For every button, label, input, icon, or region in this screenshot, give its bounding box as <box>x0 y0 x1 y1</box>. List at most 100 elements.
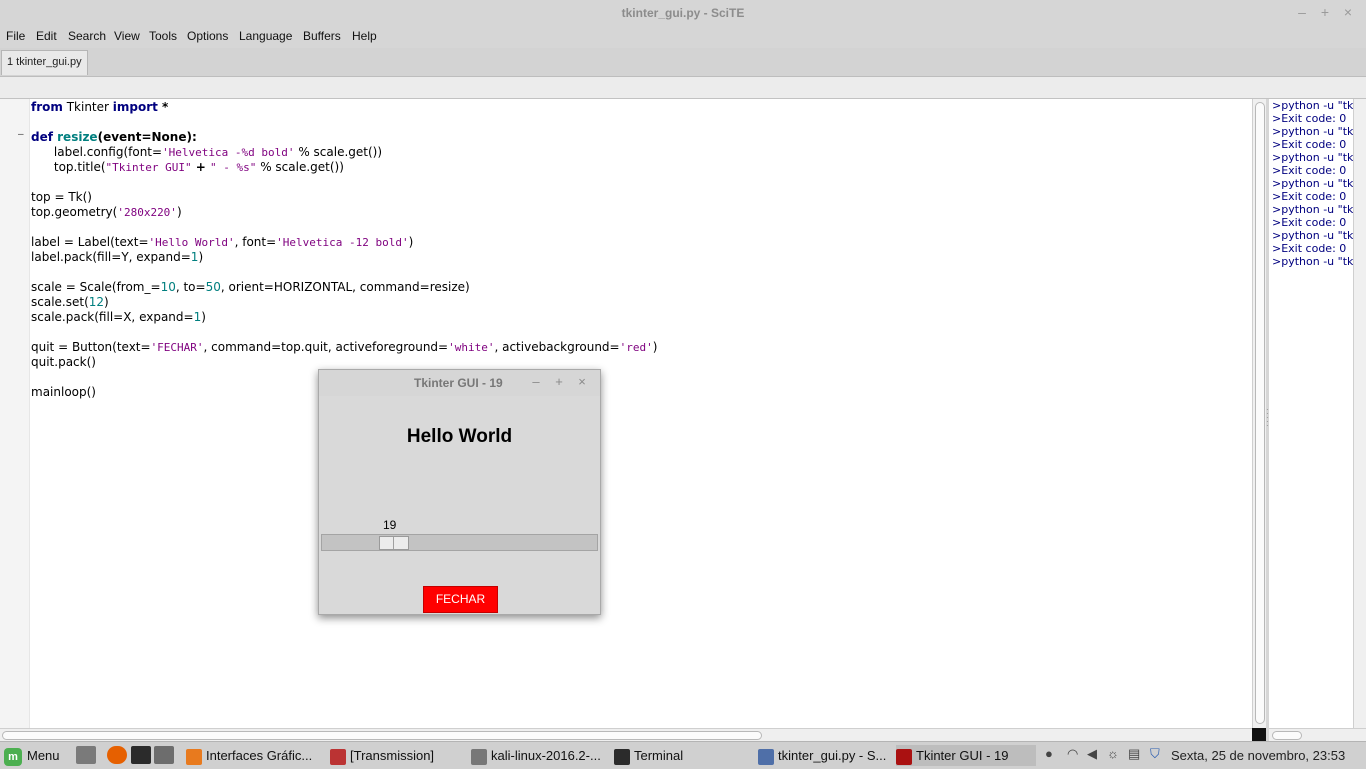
output-line: >python -u "tk <box>1272 203 1353 216</box>
transmission-icon <box>330 748 346 765</box>
scite-icon <box>758 748 774 765</box>
menu-tools[interactable]: Tools <box>149 29 177 43</box>
code-line: def resize(event=None): <box>31 130 197 144</box>
menu-help[interactable]: Help <box>352 29 377 43</box>
code-line: quit.pack() <box>31 355 96 369</box>
task-label: Tkinter GUI - 19 <box>916 748 1009 763</box>
task-terminal[interactable]: Terminal <box>614 745 683 766</box>
output-line: >python -u "tk <box>1272 229 1353 242</box>
tab-tkinter-gui[interactable]: 1 tkinter_gui.py <box>1 50 88 75</box>
menu-edit[interactable]: Edit <box>36 29 57 43</box>
code-line: top.geometry('280x220') <box>31 205 182 219</box>
output-line: >python -u "tk <box>1272 177 1353 190</box>
clock[interactable]: Sexta, 25 de novembro, 23:53 <box>1171 745 1345 766</box>
task-tkinter-gui[interactable]: Tkinter GUI - 19 <box>896 745 1036 766</box>
output-line: >Exit code: 0 <box>1272 242 1347 255</box>
output-line: >Exit code: 0 <box>1272 138 1347 151</box>
editor-vertical-scrollbar[interactable] <box>1252 99 1267 728</box>
start-menu-button[interactable]: m Menu <box>4 745 60 766</box>
firefox-icon[interactable] <box>107 746 127 764</box>
output-line: >Exit code: 0 <box>1272 190 1347 203</box>
task-scite[interactable]: tkinter_gui.py - S... <box>758 745 886 766</box>
output-horizontal-scrollbar[interactable] <box>1269 728 1366 742</box>
scale-value: 19 <box>383 518 397 532</box>
scrollbar-thumb[interactable] <box>2 731 762 740</box>
output-line: >Exit code: 0 <box>1272 112 1347 125</box>
menu-options[interactable]: Options <box>187 29 228 43</box>
output-vertical-scrollbar[interactable] <box>1353 99 1366 728</box>
task-label: kali-linux-2016.2-... <box>491 748 601 763</box>
user-icon[interactable]: ● <box>1045 746 1053 761</box>
task-interfaces-graficas[interactable]: Interfaces Gráfic... <box>186 745 312 766</box>
tkinter-title: Tkinter GUI - 19 <box>414 376 503 390</box>
scrollbar-thumb[interactable] <box>1272 731 1302 740</box>
output-line: >python -u "tk <box>1272 125 1353 138</box>
code-line: from Tkinter import * <box>31 100 169 114</box>
output-line: >python -u "tk <box>1272 151 1353 164</box>
task-kali-folder[interactable]: kali-linux-2016.2-... <box>471 745 601 766</box>
folder-icon <box>471 748 487 765</box>
code-line: scale = Scale(from_=10, to=50, orient=HO… <box>31 280 470 294</box>
show-desktop-icon[interactable] <box>76 746 96 764</box>
hello-label: Hello World <box>406 426 513 447</box>
files-launcher-icon[interactable] <box>154 746 174 764</box>
output-line: >python -u "tk <box>1272 255 1353 268</box>
task-label: Terminal <box>634 748 684 763</box>
terminal-launcher-icon[interactable] <box>131 746 151 764</box>
code-line: scale.pack(fill=X, expand=1) <box>31 310 206 324</box>
code-line: scale.set(12) <box>31 295 109 309</box>
shield-icon[interactable]: ⛉ <box>1150 746 1160 762</box>
scale-slider[interactable] <box>379 536 409 550</box>
scale-trough[interactable] <box>321 534 598 551</box>
menu-view[interactable]: View <box>114 29 140 43</box>
code-text[interactable]: from Tkinter import * def resize(event=N… <box>31 100 657 400</box>
mint-logo-icon: m <box>4 747 22 766</box>
code-line: quit = Button(text='FECHAR', command=top… <box>31 340 658 354</box>
tab-bar: 1 tkinter_gui.py <box>0 48 1366 77</box>
toolbar-strip <box>0 77 1366 99</box>
keyboard-icon[interactable]: ▤ <box>1128 746 1140 762</box>
minimize-icon[interactable]: – <box>529 375 543 389</box>
wifi-icon[interactable]: ◠ <box>1067 746 1078 762</box>
volume-icon[interactable]: ◀ <box>1087 746 1097 762</box>
window-title: tkinter_gui.py - SciTE <box>621 6 745 20</box>
output-line: >python -u "tk <box>1272 99 1353 112</box>
close-icon[interactable]: × <box>575 375 589 389</box>
code-line: top = Tk() <box>31 190 92 204</box>
output-pane[interactable]: >python -u "tk >Exit code: 0 >python -u … <box>1269 99 1353 728</box>
firefox-icon <box>186 748 202 765</box>
code-line: top.title("Tkinter GUI" + " - %s" % scal… <box>31 160 344 174</box>
tk-icon <box>896 748 912 765</box>
minimize-icon[interactable]: – <box>1293 3 1311 21</box>
taskbar: m Menu Interfaces Gráfic... [Transmission… <box>0 741 1366 769</box>
scrollbar-corner <box>1252 728 1266 741</box>
editor-horizontal-scrollbar[interactable] <box>0 728 1252 742</box>
scrollbar-thumb[interactable] <box>1255 102 1265 724</box>
task-transmission[interactable]: [Transmission] <box>330 745 434 766</box>
menu-search[interactable]: Search <box>68 29 106 43</box>
maximize-icon[interactable]: + <box>1316 3 1334 21</box>
tkinter-titlebar[interactable]: Tkinter GUI - 19 – + × <box>319 370 600 396</box>
brightness-icon[interactable]: ☼ <box>1107 746 1119 761</box>
fold-marker-icon[interactable]: – <box>18 129 24 140</box>
tkinter-window[interactable]: Tkinter GUI - 19 – + × Hello World 19 FE… <box>318 369 601 615</box>
code-line: label = Label(text='Hello World', font='… <box>31 235 414 249</box>
output-line: >Exit code: 0 <box>1272 216 1347 229</box>
code-line: label.config(font='Helvetica -%d bold' %… <box>31 145 383 159</box>
close-icon[interactable]: × <box>1339 3 1357 21</box>
task-label: [Transmission] <box>350 748 435 763</box>
window-titlebar: tkinter_gui.py - SciTE – + × <box>0 0 1366 26</box>
code-editor[interactable]: – from Tkinter import * def resize(event… <box>0 99 1252 728</box>
menu-file[interactable]: File <box>6 29 25 43</box>
line-gutter <box>0 99 30 728</box>
task-label: Interfaces Gráfic... <box>206 748 313 763</box>
fechar-button[interactable]: FECHAR <box>423 586 498 613</box>
maximize-icon[interactable]: + <box>552 375 566 389</box>
menu-language[interactable]: Language <box>239 29 292 43</box>
menu-buffers[interactable]: Buffers <box>303 29 341 43</box>
